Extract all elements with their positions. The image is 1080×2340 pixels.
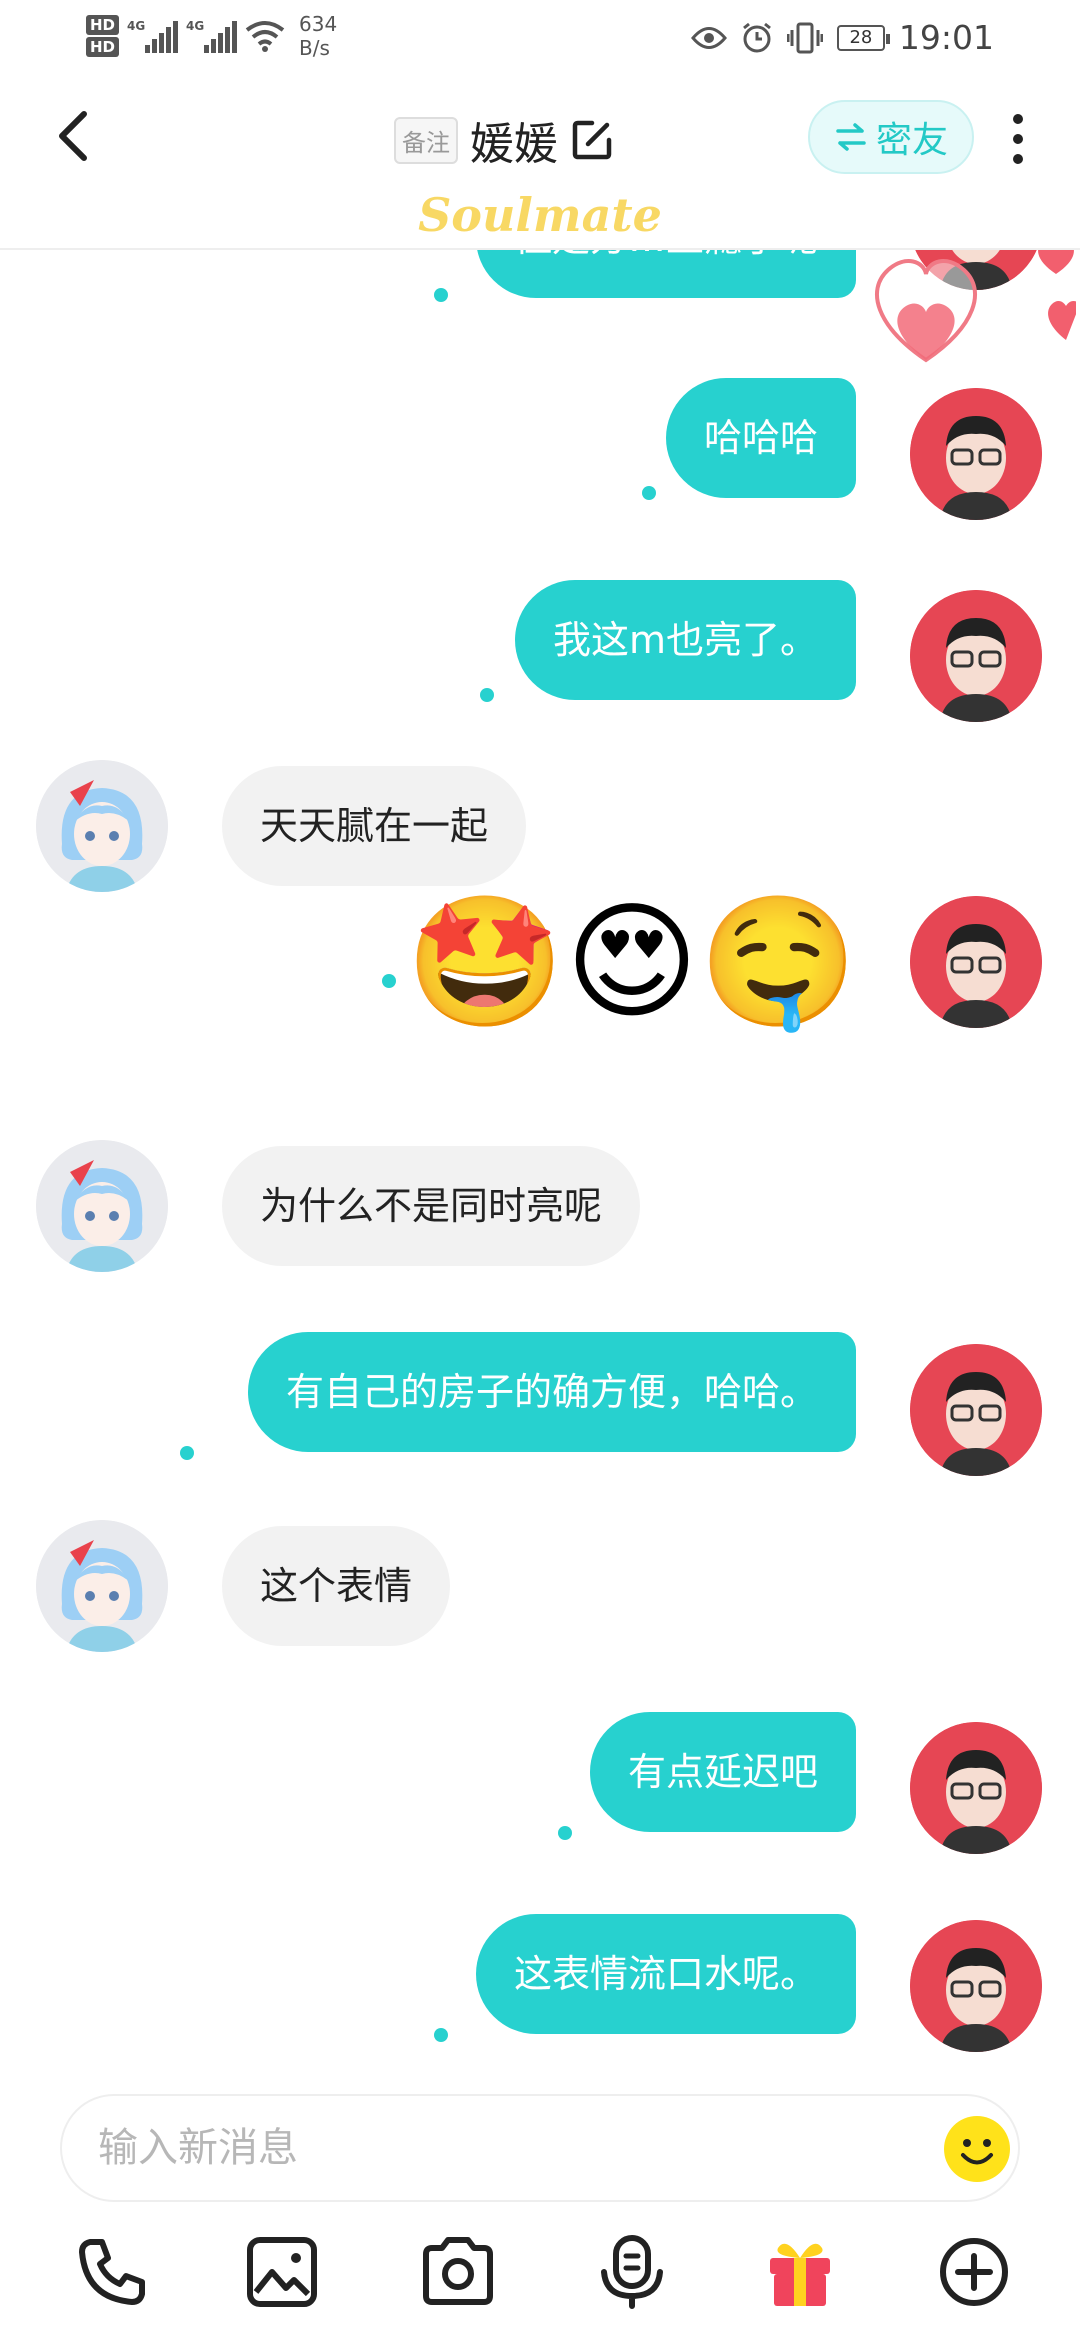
bubble-tail: [480, 688, 494, 702]
close-friend-button[interactable]: 密友: [808, 100, 974, 174]
network-type-1: 4G: [127, 19, 146, 33]
bubble-tail: [642, 486, 656, 500]
alarm-icon: [742, 22, 771, 52]
avatar-her[interactable]: [36, 1520, 168, 1652]
bubble-tail: [434, 2028, 448, 2042]
phone-icon[interactable]: [72, 2232, 152, 2312]
message-bubble[interactable]: 哈哈哈: [665, 378, 856, 498]
message-row: 这表情流口水呢。: [0, 1914, 1080, 2070]
chat-header: 备注 媛媛 密友 Soulmate: [0, 84, 1080, 250]
image-icon[interactable]: [242, 2232, 322, 2312]
avatar-me[interactable]: [910, 1722, 1042, 1854]
add-icon[interactable]: [934, 2232, 1014, 2312]
emoji-picker-icon[interactable]: [942, 2114, 1012, 2184]
voice-icon[interactable]: [592, 2232, 672, 2312]
message-row: 有自己的房子的确方便，哈哈。: [0, 1332, 1080, 1488]
bottom-toolbar: [0, 2222, 1080, 2340]
network-speed: 634 B/s: [299, 12, 337, 60]
message-bubble[interactable]: 有自己的房子的确方便，哈哈。: [247, 1332, 856, 1452]
avatar-me[interactable]: [910, 1920, 1042, 2052]
vibrate-icon: [786, 22, 823, 53]
chat-screen: HD HD 4G 4G 634 B/s 28 19:01 备注 媛媛 密友 So…: [0, 0, 1080, 2340]
message-row: 有点延迟吧: [0, 1712, 1080, 1868]
message-bubble[interactable]: 有点延迟吧: [589, 1712, 856, 1832]
avatar-her[interactable]: [36, 1140, 168, 1272]
emoji-sticker: 🤩😍🤤: [405, 888, 858, 1037]
emoji-message[interactable]: 🤩😍🤤: [406, 888, 858, 1038]
bubble-tail: [558, 1826, 572, 1840]
message-row: 我这m也亮了。: [0, 580, 1080, 764]
message-input-bar: [60, 2094, 1020, 2202]
hd-badge-2: HD: [86, 37, 120, 57]
hd-badges: HD HD: [86, 15, 120, 57]
wifi-icon: [245, 21, 285, 52]
message-input[interactable]: [98, 2096, 918, 2200]
status-left: HD HD 4G 4G 634 B/s: [86, 12, 337, 60]
signal-icon: 4G: [186, 19, 238, 53]
avatar-me[interactable]: [910, 590, 1042, 722]
message-list[interactable]: 但是方…上瘾了呢 哈哈哈: [0, 250, 1080, 2080]
network-type-2: 4G: [186, 19, 205, 33]
message-bubble[interactable]: 我这m也亮了。: [514, 580, 856, 700]
brand-logo: Soulmate: [418, 188, 662, 242]
back-icon[interactable]: [50, 106, 100, 166]
status-right: 28 19:01: [690, 18, 994, 57]
speed-unit: B/s: [299, 36, 330, 60]
edit-icon[interactable]: [570, 118, 614, 162]
message-row: 为什么不是同时亮呢: [0, 1140, 1080, 1280]
signal-icon: 4G: [127, 19, 179, 53]
more-icon[interactable]: [1004, 114, 1032, 164]
message-row: 这个表情: [0, 1520, 1080, 1660]
message-row: 天天腻在一起: [0, 760, 1080, 900]
speed-value: 634: [299, 12, 338, 36]
battery-icon: 28: [836, 24, 890, 51]
hearts-animation: [874, 250, 1076, 363]
status-bar: HD HD 4G 4G 634 B/s 28 19:01: [0, 0, 1080, 84]
message-bubble[interactable]: 天天腻在一起: [222, 766, 527, 886]
message-bubble[interactable]: 这个表情: [222, 1526, 451, 1646]
avatar-me[interactable]: [910, 1344, 1042, 1476]
camera-icon[interactable]: [418, 2232, 498, 2312]
message-row: 🤩😍🤤: [0, 888, 1080, 1048]
hd-badge-1: HD: [86, 15, 120, 35]
avatar-me[interactable]: [910, 388, 1042, 520]
title-area[interactable]: 备注 媛媛: [394, 108, 614, 172]
swap-icon: [836, 123, 866, 151]
contact-name: 媛媛: [470, 119, 558, 170]
bubble-tail: [382, 974, 396, 988]
message-bubble[interactable]: 这表情流口水呢。: [475, 1914, 856, 2034]
gift-icon[interactable]: [760, 2232, 840, 2312]
message-bubble[interactable]: 为什么不是同时亮呢: [222, 1146, 641, 1266]
remark-tag[interactable]: 备注: [394, 116, 458, 164]
bubble-tail: [180, 1446, 194, 1460]
eye-icon: [690, 26, 727, 49]
avatar-me[interactable]: [910, 896, 1042, 1028]
close-friend-label: 密友: [875, 120, 948, 161]
avatar-her[interactable]: [36, 760, 168, 892]
clock: 19:01: [898, 18, 994, 57]
